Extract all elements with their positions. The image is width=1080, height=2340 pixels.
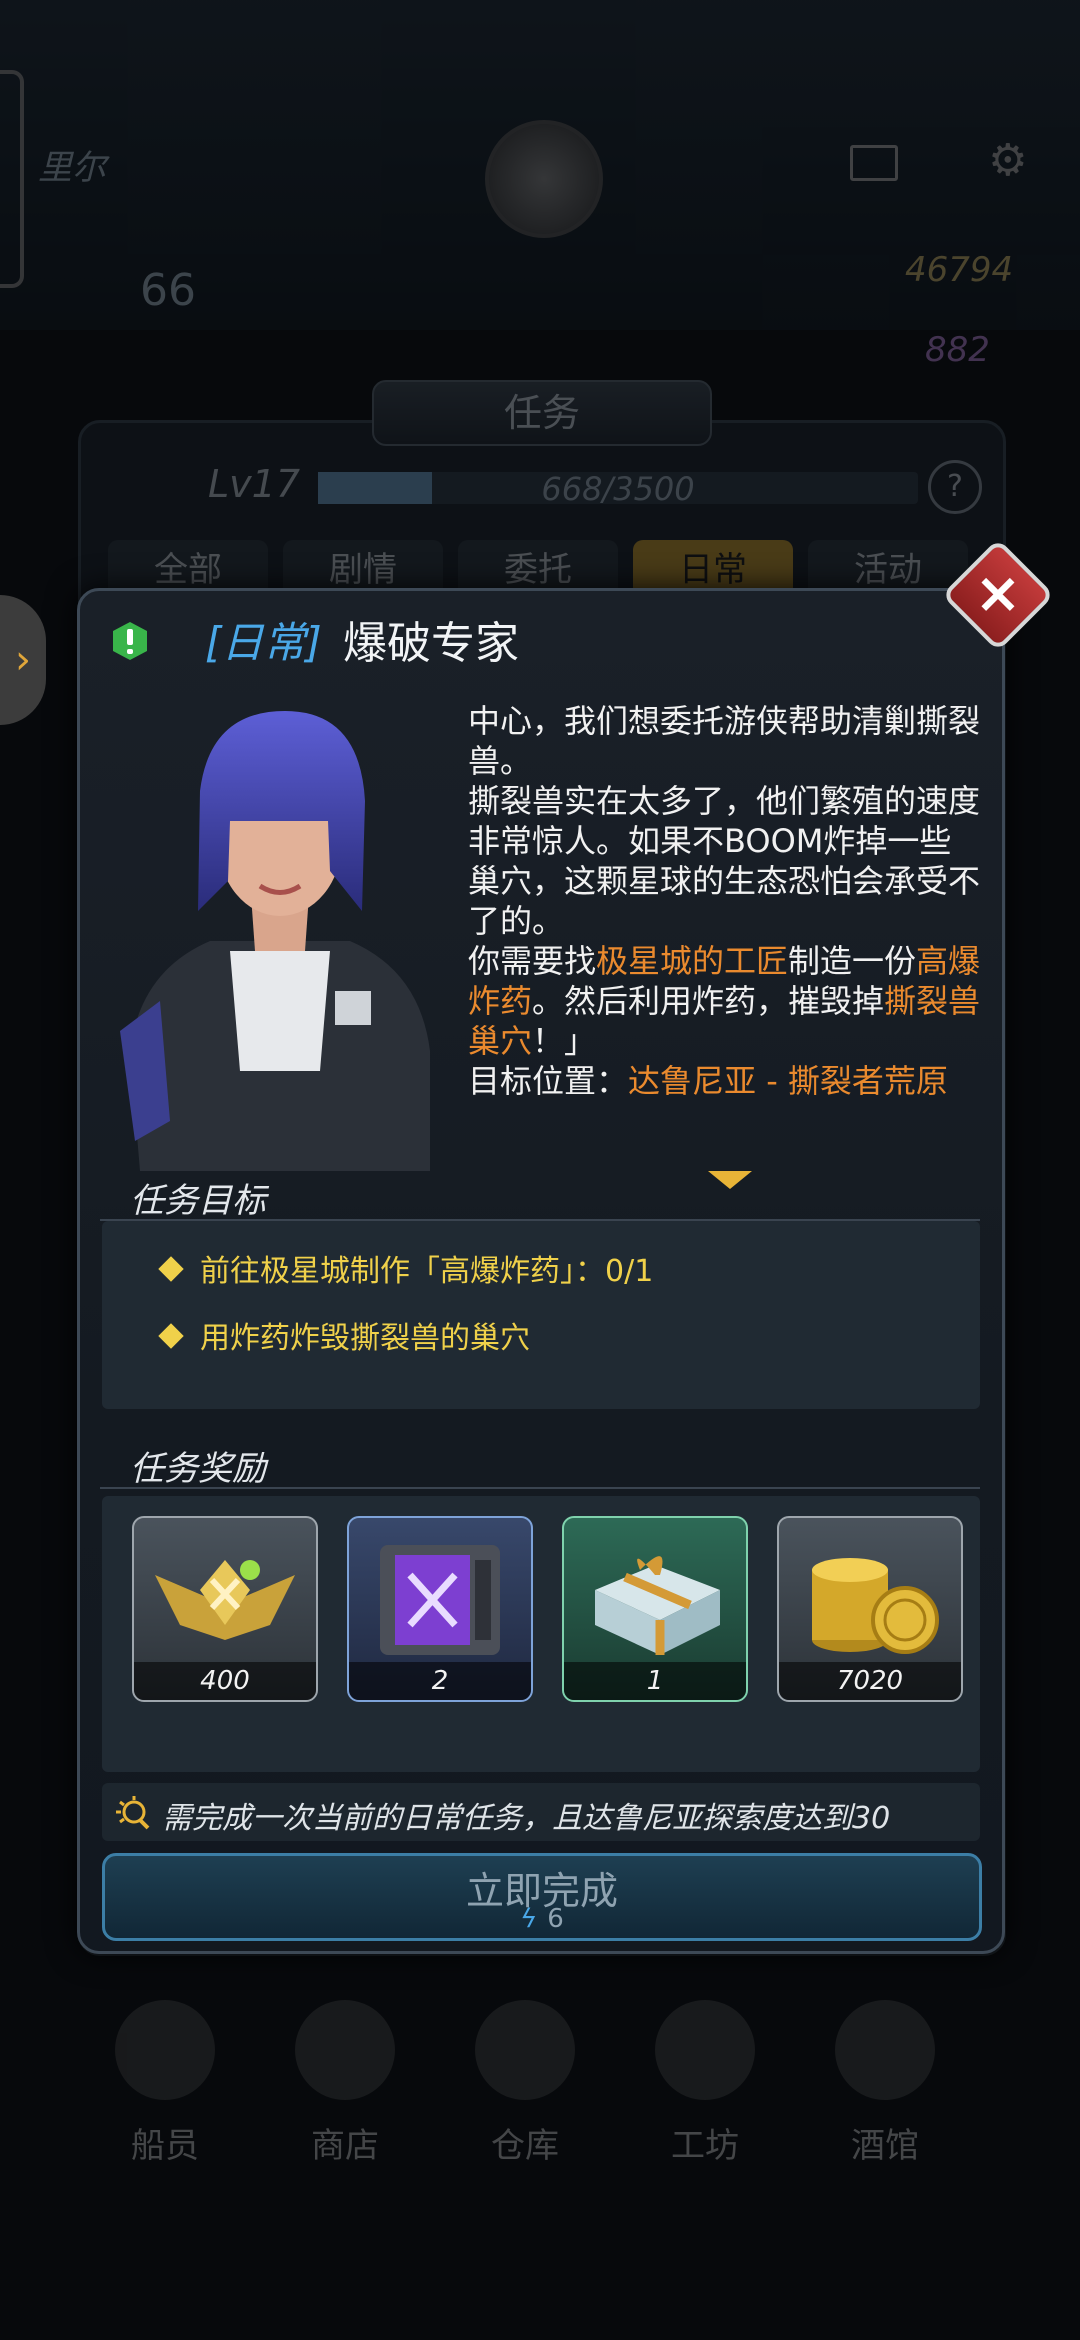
gold-amount: 46794 <box>905 250 1014 290</box>
nav-warehouse-label: 仓库 <box>491 2126 559 2166</box>
reward-gold[interactable]: 7020 <box>777 1516 963 1702</box>
quest-panel-title: 任务 <box>372 380 712 446</box>
reward-rank-badge[interactable]: 400 <box>132 1516 318 1702</box>
nav-tavern-label: 酒馆 <box>851 2126 919 2166</box>
mail-icon[interactable] <box>850 145 898 181</box>
alert-icon <box>113 622 147 660</box>
divider <box>100 1487 980 1489</box>
gift-box-icon <box>595 1556 720 1655</box>
objective-item: 用炸药炸毁撕裂兽的巢穴 <box>158 1313 530 1357</box>
desc-text: 目标位置： <box>468 1062 629 1100</box>
quest-level-label: Lv17 <box>208 462 301 506</box>
nav-shop-label: 商店 <box>311 2126 379 2166</box>
nav-crew-label: 船员 <box>131 2126 199 2166</box>
diamond-bullet-icon <box>158 1322 184 1349</box>
nav-crew[interactable]: 船员 <box>90 2000 240 2167</box>
rewards-box: 400 2 1 7020 <box>102 1496 980 1772</box>
quest-xp-bar: 668/3500 <box>318 470 918 508</box>
objective-text: 前往极星城制作「高爆炸药」：0/1 <box>200 1254 654 1289</box>
complete-cost: ϟ6 <box>105 1904 979 1934</box>
desc-text: 你需要找 <box>468 942 597 980</box>
requirement-text: 需完成一次当前的日常任务，且达鲁尼亚探索度达到30 <box>162 1801 891 1836</box>
player-level: 66 <box>140 265 196 316</box>
purple-crate-icon <box>380 1545 500 1655</box>
desc-text: 制造一份 <box>788 942 917 980</box>
energy-bolt-icon: ϟ <box>520 1904 538 1934</box>
reward-gift[interactable]: 1 <box>562 1516 748 1702</box>
quest-xp-text: 668/3500 <box>541 470 695 508</box>
quest-level-row: Lv17 668/3500 ? <box>118 458 982 518</box>
description-paragraph-1: 中心，我们想委托游侠帮助清剿撕裂兽。 <box>468 702 981 780</box>
nav-warehouse[interactable]: 仓库 <box>450 2000 600 2167</box>
reward-count: 1 <box>564 1662 746 1700</box>
rewards-title: 任务奖励 <box>130 1449 266 1489</box>
nav-shop[interactable]: 商店 <box>270 2000 420 2167</box>
close-icon: × <box>974 561 1022 626</box>
nav-tavern[interactable]: 酒馆 <box>810 2000 960 2167</box>
left-drawer-handle[interactable] <box>0 70 24 288</box>
objectives-box: 前往极星城制作「高爆炸药」：0/1 用炸药炸毁撕裂兽的巢穴 <box>102 1221 980 1409</box>
gold-coins-icon <box>812 1558 939 1654</box>
lightbulb-icon <box>116 1796 150 1830</box>
nav-workshop-label: 工坊 <box>671 2126 739 2166</box>
objectives-title: 任务目标 <box>130 1181 266 1221</box>
diamond-bullet-icon <box>158 1255 184 1282</box>
requirement-box: 需完成一次当前的日常任务，且达鲁尼亚探索度达到30 <box>102 1783 980 1841</box>
player-name: 里尔 <box>38 148 106 188</box>
description-paragraph-2: 撕裂兽实在太多了，他们繁殖的速度非常惊人。如果不BOOM炸掉一些巢穴，这颗星球的… <box>468 782 981 940</box>
quest-category: [日常] <box>205 618 322 667</box>
gem-amount: 882 <box>925 330 990 370</box>
complete-now-button[interactable]: 立即完成 ϟ6 <box>102 1853 982 1941</box>
scroll-down-icon[interactable] <box>708 1171 752 1189</box>
reward-count: 7020 <box>779 1662 961 1700</box>
player-avatar[interactable] <box>485 120 603 238</box>
nav-workshop[interactable]: 工坊 <box>630 2000 780 2167</box>
tavern-icon <box>835 2000 935 2100</box>
desc-text: ！」 <box>532 1022 597 1060</box>
reward-crate[interactable]: 2 <box>347 1516 533 1702</box>
reward-count: 400 <box>134 1662 316 1700</box>
complete-cost-value: 6 <box>547 1904 564 1934</box>
bottom-nav: 船员 商店 仓库 工坊 酒馆 <box>90 2000 990 2200</box>
objective-text: 用炸药炸毁撕裂兽的巢穴 <box>200 1321 530 1356</box>
highlight-craftsman: 极星城的工匠 <box>596 942 789 980</box>
workshop-icon <box>655 2000 755 2100</box>
highlight-location: 达鲁尼亚 - 撕裂者荒原 <box>628 1062 948 1100</box>
quest-description: 中心，我们想委托游侠帮助清剿撕裂兽。 撕裂兽实在太多了，他们繁殖的速度非常惊人。… <box>468 701 983 1101</box>
description-target-location: 目标位置：达鲁尼亚 - 撕裂者荒原 <box>468 1061 983 1101</box>
quest-detail-dialog: [日常] 爆破专家 中心，我们想委托游侠帮助清剿撕裂兽。 撕裂兽实在太多了，他们… <box>77 588 1005 1954</box>
help-button[interactable]: ? <box>928 460 982 514</box>
quest-title: 爆破专家 <box>343 618 519 669</box>
description-paragraph-3: 你需要找极星城的工匠制造一份高爆炸药。然后利用炸药，摧毁掉撕裂兽巢穴！」 <box>468 941 983 1061</box>
reward-count: 2 <box>349 1662 531 1700</box>
npc-portrait <box>120 711 430 1171</box>
shop-icon <box>295 2000 395 2100</box>
gear-icon[interactable]: ⚙ <box>988 135 1027 186</box>
objective-item: 前往极星城制作「高爆炸药」：0/1 <box>158 1246 654 1290</box>
crew-icon <box>115 2000 215 2100</box>
desc-text: 。然后利用炸药，摧毁掉 <box>532 982 885 1020</box>
warehouse-icon <box>475 2000 575 2100</box>
rank-badge-icon <box>155 1560 295 1640</box>
